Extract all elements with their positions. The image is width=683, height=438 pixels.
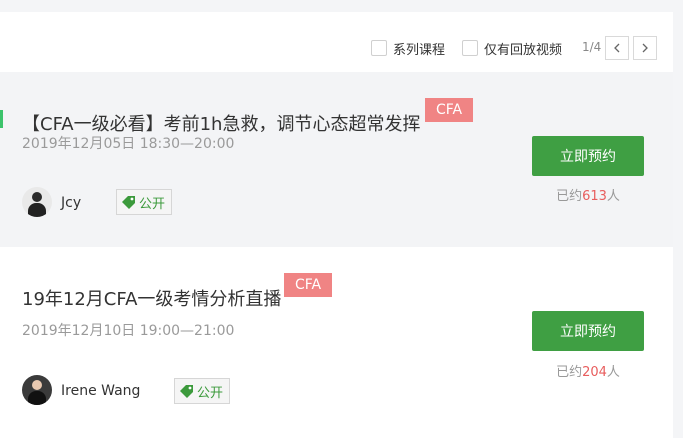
active-indicator	[0, 110, 3, 128]
price-tag-icon	[122, 196, 135, 209]
public-badge: 公开	[116, 189, 173, 215]
category-tag: CFA	[425, 98, 474, 122]
reservation-count: 已约613人	[532, 185, 644, 204]
count-suffix: 人	[606, 365, 620, 380]
public-label: 公开	[197, 385, 224, 401]
count-number: 204	[582, 365, 607, 380]
page-indicator: 1/4	[582, 40, 602, 54]
price-tag-icon	[180, 385, 193, 398]
filter-bar: 系列课程 仅有回放视频 1/4	[0, 12, 673, 72]
checkbox-box[interactable]	[371, 40, 387, 56]
prev-page-button[interactable]	[605, 36, 629, 60]
category-tag: CFA	[284, 273, 333, 297]
series-course-checkbox[interactable]: 系列课程	[371, 39, 446, 58]
avatar-body	[28, 391, 46, 405]
public-badge: 公开	[174, 378, 231, 404]
course-card[interactable]: 19年12月CFA一级考情分析直播 CFA 2019年12月10日 19:00—…	[0, 247, 673, 438]
teacher-name: Irene Wang	[61, 383, 141, 399]
series-course-label: 系列课程	[393, 42, 446, 58]
course-time: 2019年12月10日 19:00—21:00	[22, 323, 235, 339]
chevron-left-icon	[614, 43, 620, 53]
avatar-body	[28, 203, 46, 217]
course-time: 2019年12月05日 18:30—20:00	[22, 136, 235, 152]
reserve-button[interactable]: 立即预约	[532, 136, 644, 176]
replay-only-label: 仅有回放视频	[484, 42, 563, 58]
next-page-button[interactable]	[633, 36, 657, 60]
avatar-head	[32, 380, 42, 390]
count-prefix: 已约	[556, 365, 583, 380]
reservation-count: 已约204人	[532, 361, 644, 380]
course-card[interactable]: 【CFA一级必看】考前1h急救，调节心态超常发挥 CFA 2019年12月05日…	[0, 72, 673, 247]
checkbox-box[interactable]	[462, 40, 478, 56]
course-list-panel: 系列课程 仅有回放视频 1/4 【CFA一级必看】考前1h急救，调节心态超常发挥…	[0, 12, 673, 438]
teacher-avatar	[22, 375, 52, 405]
count-number: 613	[582, 189, 607, 204]
teacher-name: Jcy	[61, 195, 82, 211]
replay-only-checkbox[interactable]: 仅有回放视频	[462, 39, 563, 58]
reserve-button[interactable]: 立即预约	[532, 311, 644, 351]
course-title[interactable]: 19年12月CFA一级考情分析直播	[22, 285, 281, 311]
chevron-right-icon	[642, 43, 648, 53]
public-label: 公开	[139, 196, 166, 212]
teacher-avatar	[22, 187, 52, 217]
avatar-head	[32, 192, 42, 202]
count-suffix: 人	[606, 189, 620, 204]
count-prefix: 已约	[556, 189, 583, 204]
